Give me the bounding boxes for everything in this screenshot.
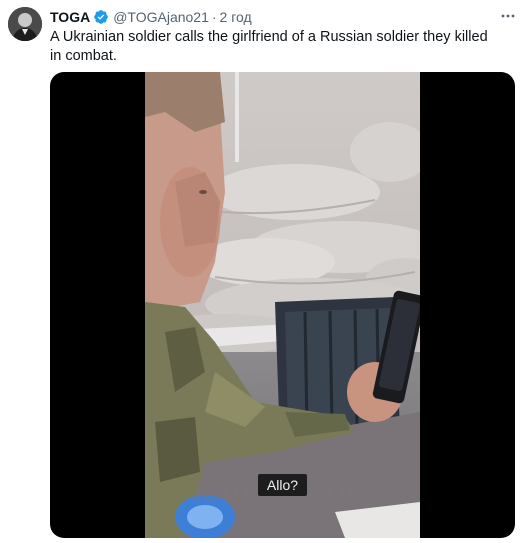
tweet-text: A Ukrainian soldier calls the girlfriend… — [50, 29, 488, 64]
more-options-icon[interactable] — [499, 7, 517, 25]
tweet-timestamp[interactable]: 2 год — [220, 9, 252, 25]
verified-badge-icon — [93, 9, 109, 25]
author-name[interactable]: TOGA — [50, 9, 90, 25]
video-still — [145, 72, 420, 538]
header-separator: · — [211, 9, 217, 25]
video-subtitle: Allo? — [145, 474, 420, 496]
avatar[interactable] — [8, 7, 42, 41]
avatar-image — [8, 7, 42, 41]
video-subtitle-text: Allo? — [257, 474, 308, 496]
tweet-header: TOGA @TOGAjano21 · 2 год — [50, 7, 495, 27]
tweet-card: TOGA @TOGAjano21 · 2 год A Ukrainian sol… — [0, 0, 525, 543]
video-player[interactable]: KAOTIC.COM Allo? — [50, 72, 515, 538]
video-frame: KAOTIC.COM Allo? — [145, 72, 420, 538]
author-handle[interactable]: @TOGAjano21 — [113, 9, 209, 25]
